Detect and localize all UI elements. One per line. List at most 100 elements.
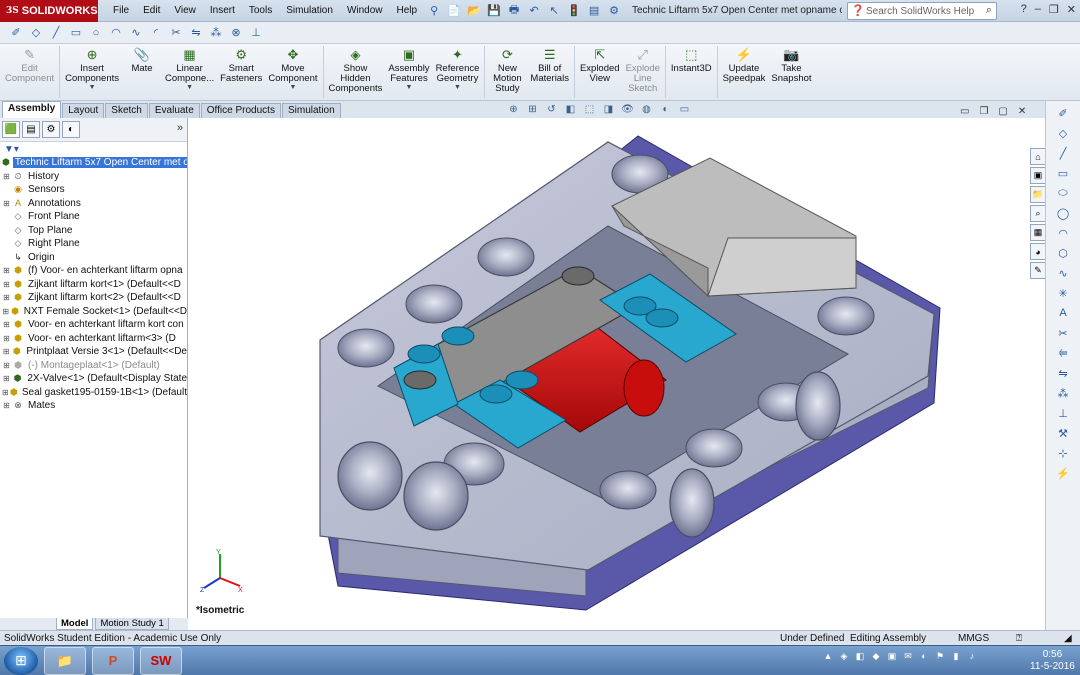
tray-app-icon[interactable]: ▣ — [886, 650, 898, 662]
move-component-button[interactable]: ✥ Move Component ▼ — [265, 44, 320, 91]
polygon-icon[interactable]: ⬡ — [1055, 245, 1071, 261]
line-icon[interactable]: ╱ — [1055, 145, 1071, 161]
smart-dimension-icon[interactable]: ◇ — [28, 25, 44, 41]
rectangle-icon[interactable]: ▭ — [68, 25, 84, 41]
undo-icon[interactable]: ↶ — [526, 3, 542, 19]
pattern-icon[interactable]: ⁂ — [208, 25, 224, 41]
sketch-icon[interactable]: ✐ — [1055, 105, 1071, 121]
tree-item[interactable]: ◇ Top Plane — [2, 224, 187, 238]
viewport-minimize-icon[interactable]: ▭ — [960, 106, 969, 117]
menu-tools[interactable]: Tools — [242, 5, 279, 16]
print-icon[interactable]: 🖶 — [506, 3, 522, 19]
file-properties-icon[interactable]: ▤ — [586, 3, 602, 19]
circle-icon[interactable]: ◯ — [1055, 205, 1071, 221]
viewport-maximize-icon[interactable]: ▢ — [998, 106, 1007, 117]
apply-scene-icon[interactable]: ◐ — [659, 103, 672, 116]
pin-icon[interactable]: ⚲ — [426, 3, 442, 19]
rectangle-icon[interactable]: ▭ — [1055, 165, 1071, 181]
tray-app-icon[interactable]: ✉ — [902, 650, 914, 662]
show-hidden-button[interactable]: ◈ Show Hidden Components — [326, 44, 386, 94]
viewport-restore-icon[interactable]: ❐ — [979, 106, 988, 117]
design-library-tab-icon[interactable]: ▣ — [1030, 167, 1046, 184]
graphics-viewport[interactable] — [188, 118, 1045, 630]
edit-appearance-icon[interactable]: ◍ — [640, 103, 653, 116]
tab-model[interactable]: Model — [56, 618, 94, 630]
expand-icon[interactable]: ⊞ — [2, 388, 9, 397]
tab-evaluate[interactable]: Evaluate — [148, 103, 200, 118]
expand-icon[interactable]: ⊞ — [2, 361, 11, 370]
insert-components-button[interactable]: ⊕ Insert Components ▼ — [62, 44, 122, 91]
display-style-icon[interactable]: ◨ — [602, 103, 615, 116]
search-icon[interactable]: ⌕ — [986, 4, 992, 17]
dropdown-arrow-icon[interactable]: ▼ — [89, 84, 96, 91]
file-explorer-tab-icon[interactable]: 📁 — [1030, 186, 1046, 203]
filter-icon[interactable]: ▼▾ — [0, 142, 187, 156]
windows-start-button[interactable]: ⊞ — [4, 646, 38, 675]
restore-icon[interactable]: ❐ — [1049, 3, 1059, 16]
menu-window[interactable]: Window — [340, 5, 390, 16]
tree-item[interactable]: ◇ Right Plane — [2, 237, 187, 251]
instant3d-button[interactable]: ⬚ Instant3D — [668, 44, 715, 74]
units-selector[interactable]: MMGS — [958, 633, 989, 644]
dimension-icon[interactable]: ◇ — [1055, 125, 1071, 141]
mirror-icon[interactable]: ⇋ — [188, 25, 204, 41]
expand-icon[interactable]: ⊞ — [2, 334, 11, 343]
configuration-manager-tab-icon[interactable]: ⚙ — [42, 121, 60, 138]
tray-app-icon[interactable]: ◧ — [854, 650, 866, 662]
zoom-to-fit-icon[interactable]: ⊕ — [507, 103, 520, 116]
offset-icon[interactable]: ⥢ — [1055, 345, 1071, 361]
expand-icon[interactable]: ⊞ — [2, 320, 11, 329]
expand-icon[interactable]: ⊞ — [2, 307, 9, 316]
pattern-icon[interactable]: ⁂ — [1055, 385, 1071, 401]
menu-insert[interactable]: Insert — [203, 5, 242, 16]
rapid-sketch-icon[interactable]: ⚡ — [1055, 465, 1071, 481]
circle-icon[interactable]: ○ — [88, 25, 104, 41]
tree-item[interactable]: ⊞ ⬢ (f) Voor- en achterkant liftarm opna — [2, 264, 187, 278]
open-icon[interactable]: 📂 — [466, 3, 482, 19]
fillet-icon[interactable]: ◜ — [148, 25, 164, 41]
expand-icon[interactable]: ⊞ — [2, 347, 10, 356]
exploded-view-button[interactable]: ⇱ Exploded View — [577, 44, 623, 84]
menu-help[interactable]: Help — [390, 5, 425, 16]
dropdown-arrow-icon[interactable]: ▼ — [186, 84, 193, 91]
tree-item[interactable]: ⊞ ⬢ NXT Female Socket<1> (Default<<D — [2, 305, 187, 319]
panel-expand-icon[interactable]: » — [177, 122, 183, 134]
search-input[interactable]: ❓ Search SolidWorks Help ⌕ — [847, 2, 997, 20]
minimize-icon[interactable]: – — [1035, 3, 1041, 16]
close-icon[interactable]: ✕ — [1067, 3, 1076, 16]
sketch-icon[interactable]: ✐ — [8, 25, 24, 41]
powerpoint-taskbar-icon[interactable]: P — [92, 646, 134, 675]
tree-root-assembly[interactable]: ⬢ Technic Liftarm 5x7 Open Center met o — [2, 156, 187, 170]
section-view-icon[interactable]: ◧ — [564, 103, 577, 116]
select-arrow-icon[interactable]: ↖ — [546, 3, 562, 19]
bill-of-materials-button[interactable]: ☰ Bill of Materials — [527, 44, 572, 84]
repair-icon[interactable]: ⚒ — [1055, 425, 1071, 441]
expand-icon[interactable]: ⊞ — [2, 293, 11, 302]
tree-item[interactable]: ⊞ ⬢ Zijkant liftarm kort<1> (Default<<D — [2, 278, 187, 292]
menu-file[interactable]: File — [106, 5, 136, 16]
custom-properties-tab-icon[interactable]: ✎ — [1030, 262, 1046, 279]
system-clock[interactable]: 0:56 11-5-2016 — [1030, 649, 1075, 673]
slot-icon[interactable]: ⬭ — [1055, 185, 1071, 201]
viewport-close-icon[interactable]: ✕ — [1018, 106, 1026, 117]
tree-item[interactable]: ⊞ ⊗ Mates — [2, 399, 187, 413]
tree-item[interactable]: ⊞ ⬢ Voor- en achterkant liftarm<3> (D — [2, 332, 187, 346]
menu-view[interactable]: View — [167, 5, 203, 16]
spline-icon[interactable]: ∿ — [1055, 265, 1071, 281]
relations-icon[interactable]: ⊥ — [1055, 405, 1071, 421]
tab-simulation[interactable]: Simulation — [281, 103, 341, 118]
volume-icon[interactable]: ♪ — [966, 650, 978, 662]
rebuild-status-icon[interactable]: ⍰ — [1016, 633, 1022, 644]
spline-icon[interactable]: ∿ — [128, 25, 144, 41]
expand-icon[interactable]: ⊞ — [2, 280, 11, 289]
point-icon[interactable]: ✳ — [1055, 285, 1071, 301]
linear-pattern-button[interactable]: ▦ Linear Compone... ▼ — [162, 44, 217, 91]
explode-line-sketch-button[interactable]: ⤢ Explode Line Sketch — [623, 44, 663, 94]
tree-item[interactable]: ⊞ ⬢ 2X-Valve<1> (Default<Display State — [2, 372, 187, 386]
tree-item[interactable]: ⊞ A Annotations — [2, 197, 187, 211]
reference-geometry-button[interactable]: ✦ Reference Geometry ▼ — [433, 44, 483, 91]
appearances-tab-icon[interactable]: ◕ — [1030, 243, 1046, 260]
edit-component-button[interactable]: ✎ Edit Component — [2, 44, 57, 84]
feature-manager-tab-icon[interactable]: 🟩 — [2, 121, 20, 138]
trim-icon[interactable]: ✂ — [168, 25, 184, 41]
